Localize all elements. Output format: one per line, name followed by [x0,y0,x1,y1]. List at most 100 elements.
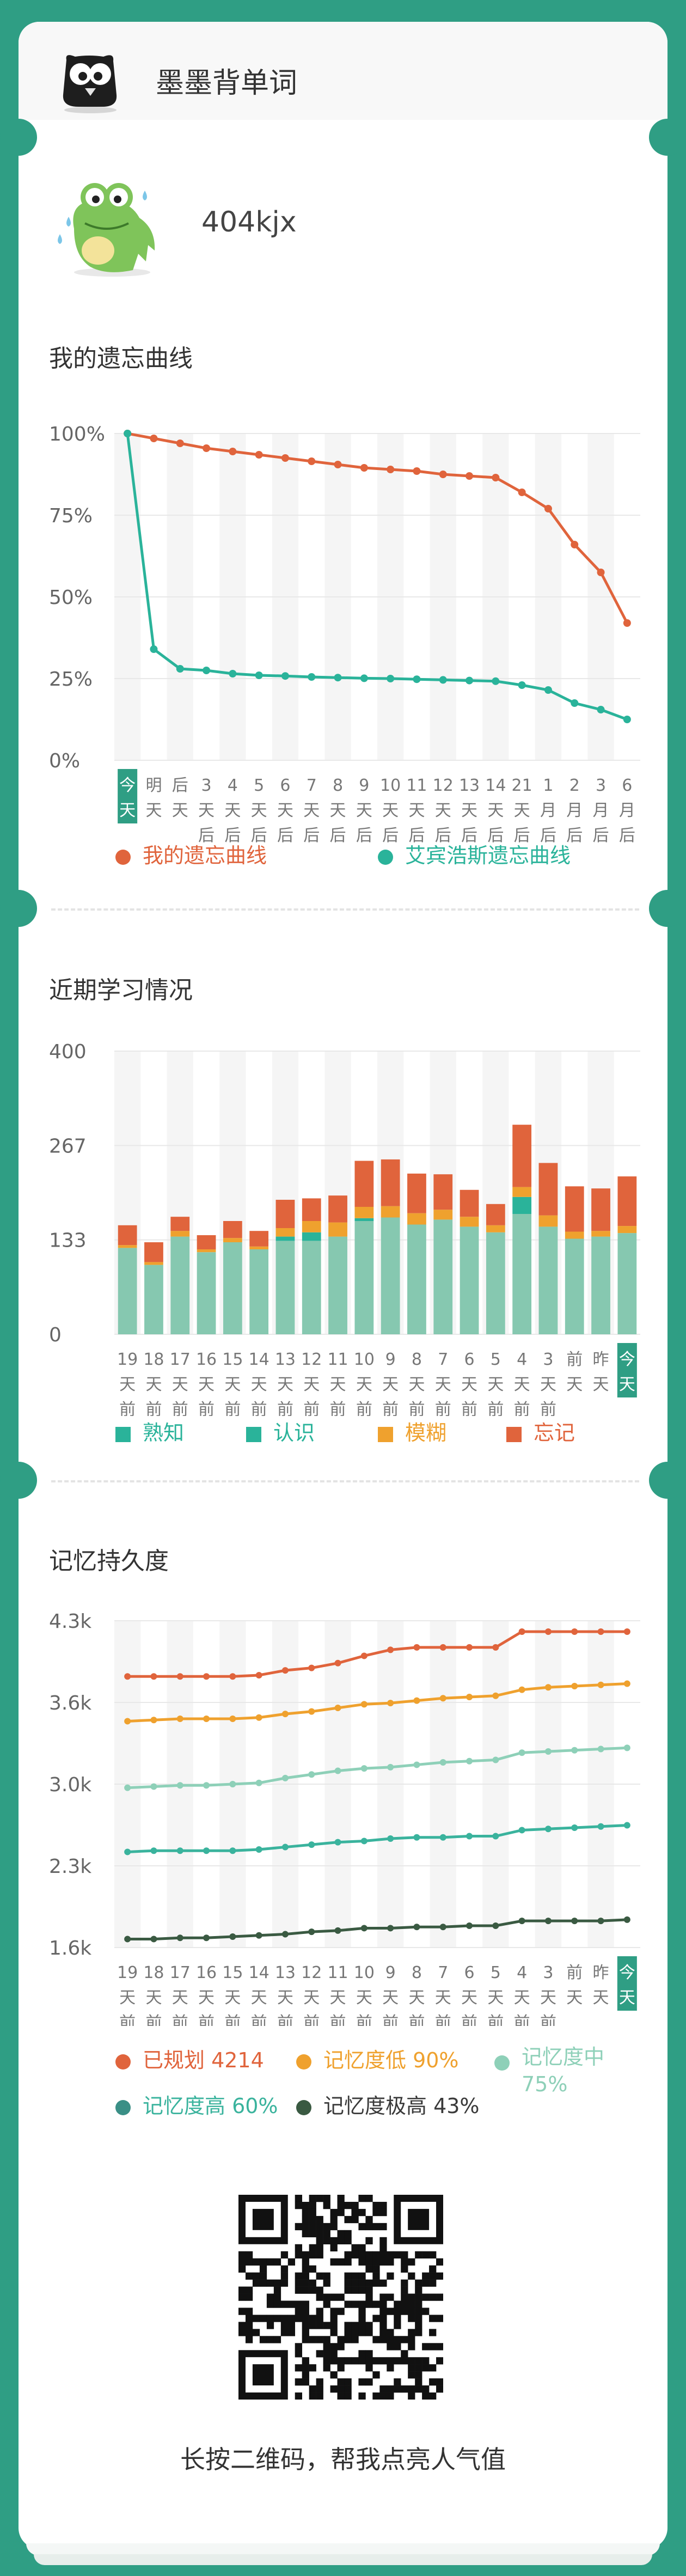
data-point [203,1847,210,1854]
data-point [360,1652,367,1659]
qr-module [309,2336,316,2343]
qr-module [344,2378,352,2386]
bar-segment [433,1174,453,1210]
qr-code[interactable] [238,2195,443,2400]
qr-module [429,2343,437,2351]
qr-module [422,2357,430,2365]
qr-module [344,2329,352,2336]
x-tick-label: 前 [119,2013,136,2026]
data-point [308,1708,315,1715]
qr-module [302,2265,309,2273]
qr-module [351,2272,359,2280]
qr-module [358,2329,366,2336]
qr-module [436,2343,443,2351]
x-tick-label: 天 [514,1988,530,2007]
qr-module [273,2258,281,2266]
x-tick-label: 前 [145,2013,162,2026]
qr-module [337,2364,345,2372]
legend-known[interactable]: 熟知 [115,1416,184,1446]
x-tick-label: 明 [145,776,162,795]
x-tick-label: 天 [356,1988,372,2007]
qr-module [429,2293,437,2301]
legend-forgot[interactable]: 忘记 [506,1416,575,1446]
x-tick-label: 9 [359,776,369,795]
qr-module [295,2392,302,2400]
legend-vague[interactable]: 模糊 [378,1416,446,1446]
x-tick-label: 天 [198,801,215,820]
data-point [439,1695,446,1702]
legend-swatch-known [115,1426,131,1442]
y-tick-label: 3.0k [49,1774,91,1796]
legend-low[interactable]: 记忆度低 90% [296,2043,459,2073]
data-point [308,1928,315,1936]
x-tick-label: 前 [566,1963,583,1982]
x-tick-label: 今 [119,776,136,795]
x-tick-label: 天 [408,1375,425,1394]
qr-module [408,2343,415,2351]
x-tick-label: 天 [119,1988,136,2007]
x-tick-label: 前 [224,2013,241,2026]
x-tick-label: 6 [464,1963,475,1982]
bar-segment [118,1245,137,1248]
username: 404kjx [201,206,297,239]
bar-segment [591,1188,610,1231]
qr-module [259,2265,267,2273]
legend-high[interactable]: 记忆度高 60% [115,2089,278,2119]
qr-module [280,2279,289,2287]
legend-ebbinghaus[interactable]: 艾宾浩斯遗忘曲线 [378,839,571,869]
qr-module [372,2265,380,2273]
ticket-notch [649,119,686,156]
qr-module [394,2322,401,2329]
qr-module [365,2195,373,2202]
data-point [255,1779,262,1786]
qr-module [394,2378,401,2386]
x-tick-label: 天 [435,1988,451,2007]
data-point [597,1681,604,1688]
legend-mid[interactable]: 记忆度中 75% [494,2043,636,2098]
legend-planned[interactable]: 已规划 4214 [115,2043,264,2073]
data-point [544,1918,552,1925]
qr-module [302,2300,309,2308]
data-point [203,1782,210,1789]
y-tick-label: 75% [49,505,93,527]
qr-module [358,2300,366,2308]
qr-module [330,2237,338,2245]
data-point [571,1747,578,1754]
x-tick-label: 天 [145,1988,162,2007]
data-point [360,674,368,682]
legend-my-curve[interactable]: 我的遗忘曲线 [115,839,267,869]
qr-module [295,2201,302,2209]
legend-top[interactable]: 记忆度极高 43% [296,2089,480,2119]
x-tick-label: 天 [224,1988,241,2007]
qr-module [323,2272,330,2280]
qr-module [365,2265,373,2273]
x-tick-label: 3 [596,776,606,795]
data-point [176,1934,183,1942]
x-tick-label: 4 [228,776,238,795]
legend-recognize[interactable]: 认识 [246,1416,315,1446]
x-tick-label: 8 [412,1963,422,1982]
x-tick-label: 前 [408,1400,425,1416]
y-tick-label: 2.3k [49,1855,91,1878]
qr-module [316,2308,323,2315]
bar-segment [118,1248,137,1334]
qr-module [372,2201,380,2209]
legend-label-mid: 记忆度中 75% [522,2045,605,2096]
x-tick-label: 天 [408,1988,425,2007]
x-tick-label: 前 [224,1400,241,1416]
x-tick-label: 6 [622,776,632,795]
x-tick-label: 16 [196,1350,217,1369]
x-tick-label: 天 [382,801,399,820]
avatar[interactable] [52,169,167,283]
legend-label-ebbinghaus: 艾宾浩斯遗忘曲线 [405,844,571,868]
data-point [492,1692,499,1699]
qr-module [259,2272,267,2280]
x-tick-label: 前 [382,2013,399,2026]
data-point [518,1918,525,1925]
qr-module [365,2378,373,2386]
x-tick-label: 10 [354,1350,375,1369]
qr-module [245,2258,253,2266]
qr-module [316,2392,323,2400]
bar-segment [512,1197,532,1214]
data-point [439,676,447,684]
